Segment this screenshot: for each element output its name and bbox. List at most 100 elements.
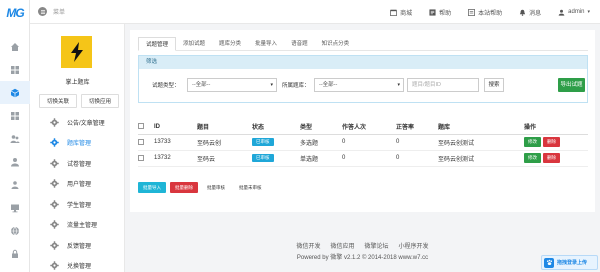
menu-item-label: 流量主管理	[67, 223, 98, 230]
tab-add-question[interactable]: 添加试题	[176, 37, 212, 51]
breadcrumb[interactable]: 菜单	[38, 7, 65, 16]
top-bar: 菜单 商城 帮助 本站帮助 消息 admin ▾	[30, 0, 600, 24]
question-id-input[interactable]: 题目/题目ID	[407, 78, 479, 92]
bulk-unapprove-button[interactable]: 批量未审核	[234, 182, 267, 193]
type-select-value: --全部--	[192, 82, 211, 88]
gear-icon	[50, 200, 59, 209]
nav-store[interactable]: 商城	[390, 8, 412, 17]
col-attempts: 作答人次	[342, 120, 396, 135]
nav-site-help[interactable]: 本站帮助	[468, 8, 502, 17]
row-id: 13733	[154, 134, 197, 151]
filter-row: 试题类型： --全部-- ▾ 所属题库： --全部-- ▾ 题目/题目ID 搜索…	[139, 78, 589, 92]
menu-item-traffic[interactable]: 流量主管理	[30, 215, 125, 236]
bulk-import-button[interactable]: 批量导入	[138, 182, 166, 193]
lightning-icon	[70, 42, 83, 62]
bulk-approve-button[interactable]: 批量审核	[202, 182, 230, 193]
row-select-cell	[138, 150, 154, 167]
col-accuracy: 正答率	[396, 120, 438, 135]
footer: 微信开发 微信应用 微擎论坛 小程序开发 Powered by 微擎 v2.1.…	[125, 241, 600, 261]
top-nav: 商城 帮助 本站帮助 消息 admin ▾	[390, 0, 590, 24]
tab-voice-question[interactable]: 语音题	[284, 37, 315, 51]
footer-link[interactable]: 微信开发	[296, 241, 320, 250]
menu-toggle-icon[interactable]	[38, 7, 47, 16]
rail-apps-icon[interactable]	[0, 58, 30, 81]
menu-item-students[interactable]: 学生管理	[30, 194, 125, 215]
rail-monitor-icon[interactable]	[0, 196, 30, 219]
row-bank: 至码云创测试	[438, 150, 524, 167]
breadcrumb-label: 菜单	[53, 10, 66, 16]
app-avatar	[61, 36, 92, 68]
col-title: 题目	[197, 120, 252, 135]
bank-select[interactable]: --全部-- ▾	[314, 78, 404, 92]
rail-grid-icon[interactable]	[0, 104, 30, 127]
chevron-down-icon: ▾	[587, 9, 590, 15]
nav-help[interactable]: 帮助	[429, 8, 451, 17]
tab-bar: 试题管理 添加试题 题库分类 批量导入 语音题 知识点分类	[138, 37, 588, 51]
row-bank: 至码云创测试	[438, 134, 524, 151]
tab-knowledge-category[interactable]: 知识点分类	[315, 37, 357, 51]
menu-item-articles[interactable]: 公告/文章管理	[30, 112, 125, 133]
app-name: 掌上题库	[65, 80, 90, 86]
gear-icon	[50, 118, 59, 127]
menu-item-papers[interactable]: 试卷管理	[30, 153, 125, 174]
col-id: ID	[154, 120, 197, 135]
rail-cube-icon[interactable]	[0, 81, 30, 104]
row-accuracy: 0	[396, 150, 438, 167]
bulk-delete-button[interactable]: 批量删除	[170, 182, 198, 193]
select-all-cell	[138, 120, 154, 135]
menu-item-label: 题库管理	[67, 141, 92, 148]
filter-panel: 筛选 试题类型： --全部-- ▾ 所属题库： --全部-- ▾ 题目/题目ID…	[138, 55, 588, 103]
rail-user-icon[interactable]	[0, 150, 30, 173]
row-checkbox[interactable]	[138, 154, 144, 161]
tab-question-manage[interactable]: 试题管理	[138, 37, 177, 51]
footer-link[interactable]: 微擎论坛	[365, 241, 389, 250]
row-attempts: 0	[342, 150, 396, 167]
rail-lock-icon[interactable]	[0, 242, 30, 265]
edit-button[interactable]: 修改	[524, 137, 541, 147]
menu-item-label: 兑换管理	[67, 264, 92, 271]
filter-title: 筛选	[139, 56, 587, 69]
nav-user-menu[interactable]: admin ▾	[558, 9, 590, 16]
row-select-cell	[138, 134, 154, 151]
nav-help-label: 帮助	[439, 10, 452, 17]
menu-item-users[interactable]: 用户管理	[30, 174, 125, 195]
menu-item-question-bank[interactable]: 题库管理	[30, 133, 125, 154]
row-checkbox[interactable]	[138, 138, 144, 145]
menu-item-feedback[interactable]: 反馈管理	[30, 235, 125, 256]
select-all-checkbox[interactable]	[138, 123, 144, 130]
icon-rail: MG	[0, 0, 30, 272]
rail-home-icon[interactable]	[0, 35, 30, 58]
powered-by: Powered by 微擎 v2.1.2 © 2014-2018 www.w7.…	[296, 255, 429, 261]
rail-users-icon[interactable]	[0, 127, 30, 150]
delete-button[interactable]: 删除	[543, 153, 560, 163]
rail-group-icon[interactable]	[0, 173, 30, 196]
footer-link[interactable]: 微信应用	[330, 241, 354, 250]
nav-user-label: admin	[568, 9, 585, 15]
brand-logo[interactable]: MG	[0, 0, 30, 26]
switch-link-button[interactable]: 切换关联	[39, 94, 77, 108]
menu-item-label: 试卷管理	[67, 161, 92, 168]
edit-button[interactable]: 修改	[524, 153, 541, 163]
gear-icon	[50, 261, 59, 270]
row-id: 13732	[154, 150, 197, 167]
rail-globe-icon[interactable]	[0, 219, 30, 242]
tab-bank-category[interactable]: 题库分类	[212, 37, 248, 51]
nav-store-label: 商城	[400, 10, 413, 17]
row-title: 至码云	[197, 150, 252, 167]
footer-link[interactable]: 小程序开发	[399, 241, 429, 250]
type-select[interactable]: --全部-- ▾	[187, 78, 277, 92]
gear-icon	[50, 138, 59, 147]
col-bank: 题库	[438, 120, 524, 135]
nav-messages[interactable]: 消息	[519, 8, 541, 17]
export-button[interactable]: 导出试题	[558, 78, 585, 92]
switch-app-button[interactable]: 切换应用	[81, 94, 119, 108]
drag-upload-label: 拖拽登录上传	[557, 260, 588, 266]
drag-upload-button[interactable]: 拖拽登录上传	[541, 255, 598, 270]
tab-bulk-import[interactable]: 批量导入	[248, 37, 284, 51]
gear-icon	[50, 220, 59, 229]
delete-button[interactable]: 删除	[543, 137, 560, 147]
gear-icon	[50, 241, 59, 250]
menu-item-label: 学生管理	[67, 202, 92, 209]
search-button[interactable]: 搜索	[484, 78, 504, 92]
menu-item-redeem[interactable]: 兑换管理	[30, 256, 125, 272]
